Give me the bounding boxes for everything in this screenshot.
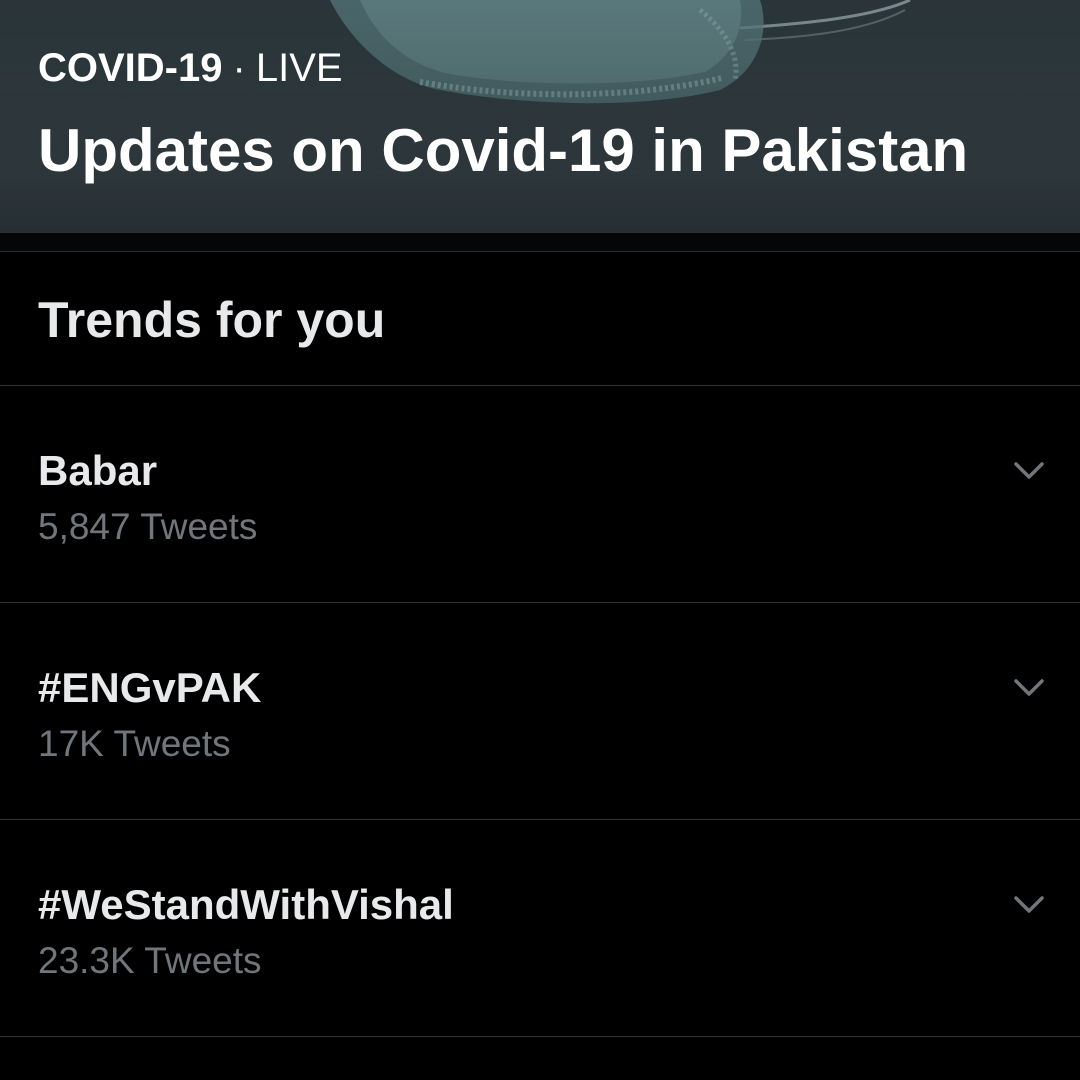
banner-meta: COVID-19 · LIVE xyxy=(38,44,343,92)
live-event-banner[interactable]: COVID-19 · LIVE Updates on Covid-19 in Pak… xyxy=(0,0,1080,232)
trend-name: #ENGvPAK xyxy=(38,664,262,711)
trend-item[interactable]: #WeStandWithVishal 23.3K Tweets xyxy=(0,820,1080,1037)
trend-name: Babar xyxy=(38,447,158,494)
chevron-down-icon[interactable] xyxy=(1006,882,1052,928)
trend-tweet-count: 5,847 Tweets xyxy=(38,506,258,547)
trend-item[interactable]: Babar 5,847 Tweets xyxy=(0,386,1080,603)
trend-tweet-count: 23.3K Tweets xyxy=(38,940,262,981)
section-divider xyxy=(0,232,1080,252)
live-status: LIVE xyxy=(255,46,343,90)
meta-separator: · xyxy=(232,46,246,90)
explore-page: COVID-19 · LIVE Updates on Covid-19 in Pak… xyxy=(0,0,1080,1080)
chevron-down-icon[interactable] xyxy=(1006,665,1052,711)
event-category: COVID-19 xyxy=(38,46,223,90)
chevron-down-icon[interactable] xyxy=(1006,448,1052,494)
trend-tweet-count: 17K Tweets xyxy=(38,723,231,764)
section-title: Trends for you xyxy=(38,292,386,348)
trend-name: #WeStandWithVishal xyxy=(38,881,454,928)
event-title: Updates on Covid-19 in Pakistan xyxy=(38,117,969,184)
trend-item[interactable]: #ENGvPAK 17K Tweets xyxy=(0,603,1080,820)
